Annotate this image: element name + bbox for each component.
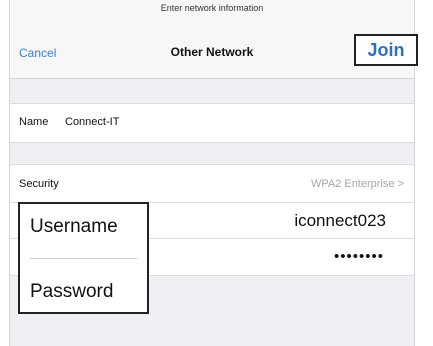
- name-row[interactable]: Name Connect-IT: [10, 103, 414, 143]
- username-field[interactable]: iconnect023: [294, 211, 386, 231]
- name-field[interactable]: Connect-IT: [65, 116, 119, 128]
- security-label: Security: [19, 178, 59, 190]
- credentials-callout: Username Password: [18, 202, 149, 314]
- join-button[interactable]: Join: [354, 34, 418, 66]
- chevron-right-icon: >: [397, 178, 404, 190]
- name-label: Name: [19, 116, 49, 128]
- username-label: Username: [30, 216, 118, 237]
- password-label: Password: [30, 281, 114, 302]
- prompt-text: Enter network information: [160, 3, 264, 13]
- security-row[interactable]: Security WPA2 Enterprise >: [10, 164, 414, 203]
- password-field[interactable]: ••••••••: [334, 248, 384, 265]
- security-type: WPA2 Enterprise: [310, 178, 395, 190]
- callout-divider: [30, 258, 137, 259]
- join-label: Join: [367, 39, 405, 60]
- security-value: WPA2 Enterprise >: [311, 178, 404, 190]
- prompt-bar: Enter network information: [10, 0, 414, 16]
